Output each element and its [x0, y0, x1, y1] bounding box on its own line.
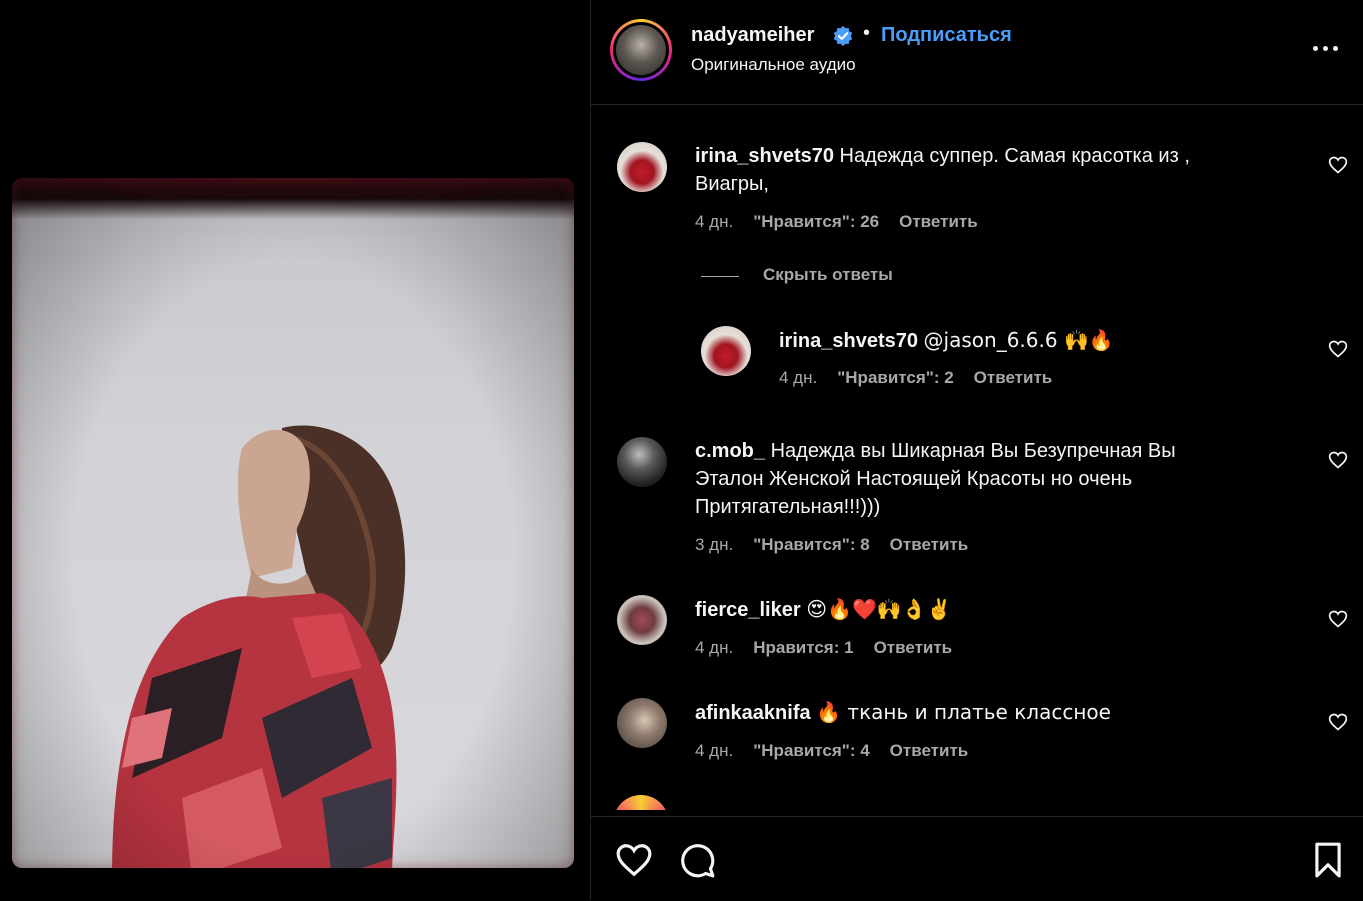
heart-icon[interactable] — [1328, 712, 1348, 732]
comment-body: Надежда суппер. Самая красотка из , — [839, 145, 1190, 167]
comments-list[interactable]: irina_shvets70 Надежда суппер. Самая кра… — [591, 105, 1363, 810]
comment-time[interactable]: 4 дн. — [695, 741, 733, 760]
post-media[interactable] — [0, 0, 590, 900]
comment-username[interactable]: c.mob_ — [695, 440, 765, 462]
comment-username[interactable]: irina_shvets70 — [695, 145, 834, 167]
avatar-photo — [616, 25, 666, 75]
follow-button[interactable]: Подписаться — [881, 24, 1012, 47]
video-vignette — [12, 178, 574, 868]
commenter-avatar[interactable] — [701, 326, 751, 376]
comment-time[interactable]: 3 дн. — [695, 535, 733, 554]
action-bar — [591, 816, 1363, 901]
comment-time[interactable]: 4 дн. — [695, 638, 733, 657]
reply-button[interactable]: Ответить — [890, 535, 969, 554]
comment-body-continued: Притягательная!!!))) — [695, 496, 881, 518]
comment-meta: 4 дн. Нравится: 1 Ответить — [695, 638, 972, 658]
more-options-icon[interactable] — [1309, 34, 1343, 64]
reply-button[interactable]: Ответить — [974, 368, 1053, 387]
author-avatar[interactable] — [610, 19, 672, 81]
comment-likes[interactable]: "Нравится": 8 — [753, 535, 869, 554]
comment-text: afinkaaknifa 🔥 ткань и платье классное — [695, 698, 1295, 727]
comment-text: fierce_liker 😍🔥❤️🙌👌✌️ — [695, 595, 1295, 624]
comment-text: irina_shvets70 @jason_6.6.6 🙌🔥 — [779, 326, 1299, 355]
bookmark-icon[interactable] — [1309, 841, 1347, 879]
comment-likes[interactable]: "Нравится": 2 — [837, 368, 953, 387]
commenter-avatar[interactable] — [617, 698, 667, 748]
heart-icon[interactable] — [1328, 155, 1348, 175]
comment-likes[interactable]: Нравится: 1 — [753, 638, 853, 657]
commenter-avatar[interactable] — [617, 437, 667, 487]
hide-replies-line — [701, 276, 739, 277]
comment-time[interactable]: 4 дн. — [695, 212, 733, 231]
comment-body-continued: Эталон Женской Настоящей Красоты но очен… — [695, 468, 1133, 490]
comments-panel: nadyameiher • Подписаться Оригинальное а… — [591, 0, 1363, 900]
separator-dot: • — [863, 22, 871, 44]
comment-body: 😍🔥❤️🙌👌✌️ — [806, 597, 952, 621]
comment-body-continued: Виагры, — [695, 173, 769, 195]
comment-meta: 4 дн. "Нравится": 2 Ответить — [779, 368, 1072, 388]
hide-replies-label: Скрыть ответы — [763, 265, 893, 284]
comment-icon[interactable] — [678, 841, 716, 879]
reply-button[interactable]: Ответить — [899, 212, 978, 231]
post-header: nadyameiher • Подписаться Оригинальное а… — [591, 0, 1363, 105]
comment-body: Надежда вы Шикарная Вы Безупречная Вы — [770, 440, 1176, 462]
video-frame[interactable] — [12, 178, 574, 868]
comment-username[interactable]: afinkaaknifa — [695, 702, 811, 724]
heart-icon[interactable] — [1328, 609, 1348, 629]
comment-likes[interactable]: "Нравится": 4 — [753, 741, 869, 760]
comment-text: irina_shvets70 Надежда суппер. Самая кра… — [695, 142, 1295, 198]
author-username[interactable]: nadyameiher — [691, 24, 814, 47]
comment-username[interactable]: irina_shvets70 — [779, 330, 918, 352]
commenter-avatar[interactable] — [617, 595, 667, 645]
comment-meta: 3 дн. "Нравится": 8 Ответить — [695, 535, 988, 555]
comment-body: @jason_6.6.6 🙌🔥 — [923, 328, 1114, 352]
heart-icon[interactable] — [615, 841, 653, 879]
heart-icon[interactable] — [1328, 339, 1348, 359]
comment-meta: 4 дн. "Нравится": 4 Ответить — [695, 741, 988, 761]
reply-button[interactable]: Ответить — [874, 638, 953, 657]
reply-button[interactable]: Ответить — [890, 741, 969, 760]
comment-text: c.mob_ Надежда вы Шикарная Вы Безупречна… — [695, 437, 1295, 521]
comment-time[interactable]: 4 дн. — [779, 368, 817, 387]
comment-body: 🔥 ткань и платье классное — [816, 700, 1111, 724]
commenter-avatar[interactable] — [617, 142, 667, 192]
comment-meta: 4 дн. "Нравится": 26 Ответить — [695, 212, 998, 232]
comment-likes[interactable]: "Нравится": 26 — [753, 212, 879, 231]
commenter-avatar-partial[interactable] — [613, 795, 669, 810]
audio-label[interactable]: Оригинальное аудио — [691, 55, 856, 75]
heart-icon[interactable] — [1328, 450, 1348, 470]
verified-badge-icon — [833, 25, 853, 47]
comment-username[interactable]: fierce_liker — [695, 599, 801, 621]
